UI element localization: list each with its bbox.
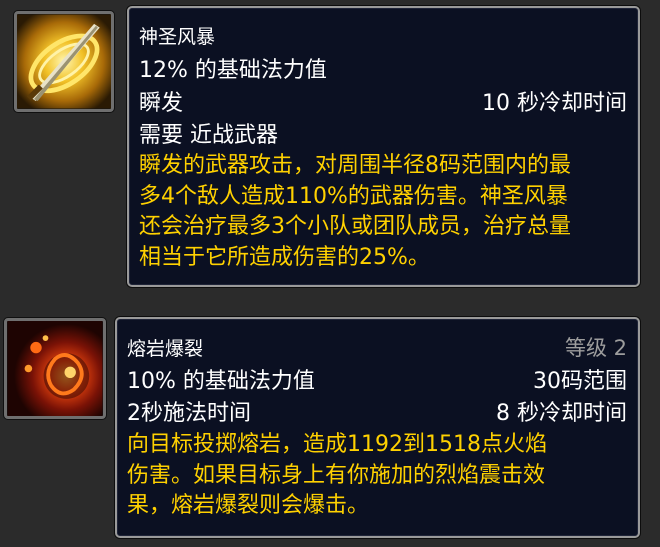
description-line: 相当于它所造成伤害的25%。: [139, 244, 430, 270]
divine-storm-tooltip: 神圣风暴 12% 的基础法力值 瞬发 10 秒冷却时间 需要 近战武器 瞬发的武…: [127, 6, 640, 287]
lava-burst-tooltip: 熔岩爆裂 等级 2 10% 的基础法力值 30码范围 2秒施法时间 8 秒冷却时…: [115, 317, 640, 538]
requirement: 需要 近战武器: [139, 123, 278, 148]
cast-time: 2秒施法时间: [127, 401, 251, 426]
spell-name: 神圣风暴: [139, 26, 216, 48]
spell-name: 熔岩爆裂: [127, 338, 204, 360]
mana-cost: 10% 的基础法力值: [127, 369, 315, 394]
description-line: 多4个敌人造成110%的武器伤害。神圣风暴: [139, 183, 568, 209]
description-line: 果，熔岩爆裂则会爆击。: [127, 493, 370, 518]
spell-rank: 等级 2: [564, 336, 627, 360]
cast-time: 瞬发: [139, 91, 184, 116]
divine-storm-icon-art: [17, 14, 111, 109]
cooldown: 10 秒冷却时间: [482, 91, 627, 116]
description-line: 伤害。如果目标身上有你施加的烈焰震击效: [127, 462, 546, 488]
description-line: 还会治疗最多3个小队或团队成员，治疗总量: [139, 214, 571, 239]
spell-range: 30码范围: [533, 369, 627, 394]
spell-description: 瞬发的武器攻击，对周围半径8码范围内的最 多4个敌人造成110%的武器伤害。神圣…: [139, 151, 571, 273]
divine-storm-icon[interactable]: [14, 11, 114, 112]
lava-burst-icon[interactable]: [4, 318, 106, 419]
description-line: 瞬发的武器攻击，对周围半径8码范围内的最: [139, 153, 571, 178]
lava-burst-icon-art: [7, 321, 103, 416]
cooldown: 8 秒冷却时间: [496, 401, 627, 426]
spell-description: 向目标投掷熔岩，造成1192到1518点火焰 伤害。如果目标身上有你施加的烈焰震…: [127, 430, 547, 522]
mana-cost: 12% 的基础法力值: [139, 58, 327, 83]
description-line: 向目标投掷熔岩，造成1192到1518点火焰: [127, 432, 547, 457]
